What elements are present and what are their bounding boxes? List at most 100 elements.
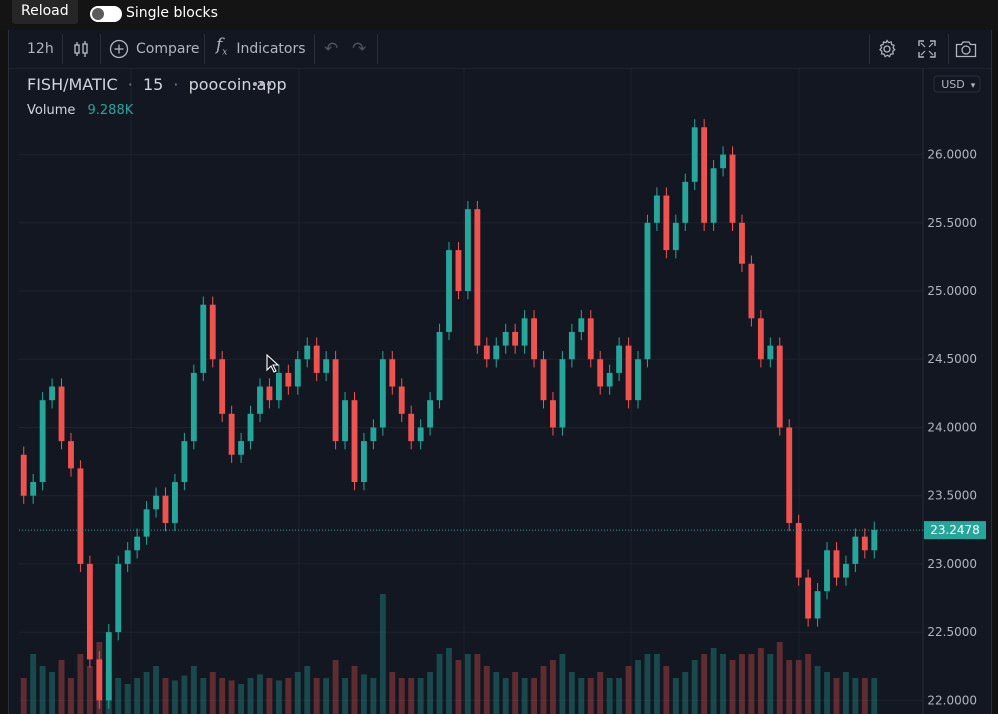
- candle-body: [294, 359, 301, 387]
- redo-button[interactable]: ↷: [352, 30, 366, 68]
- volume-bar: [389, 672, 396, 714]
- volume-bar: [20, 678, 27, 714]
- candle-body: [871, 529, 878, 551]
- volume-bar: [361, 674, 367, 714]
- legend-more-icon[interactable]: [253, 82, 271, 86]
- volume-bar: [275, 680, 282, 714]
- candle-body: [446, 250, 452, 332]
- volume-bar: [871, 678, 878, 714]
- candle-body: [181, 441, 188, 483]
- volume-bar: [39, 666, 46, 714]
- gear-icon: [879, 39, 896, 58]
- candle-body: [710, 168, 717, 223]
- volume-bar: [455, 660, 462, 714]
- candle-body: [285, 372, 292, 387]
- reload-button[interactable]: Reload: [12, 0, 78, 24]
- volume-bar: [49, 672, 56, 714]
- candle-body: [332, 359, 339, 442]
- interval-label: 12h: [27, 41, 54, 57]
- last-price-label: 23.2478: [930, 523, 980, 537]
- add-circle-icon: [109, 39, 129, 59]
- candle-body: [568, 331, 575, 360]
- toggle-knob: [92, 8, 104, 20]
- candle-style-button[interactable]: [72, 30, 90, 68]
- volume-bar: [710, 648, 717, 714]
- volume-bar: [672, 678, 679, 714]
- volume-bar: [786, 660, 793, 714]
- volume-bar: [257, 674, 263, 714]
- volume-bar: [512, 672, 519, 714]
- volume-bar: [294, 672, 301, 714]
- interval-button[interactable]: 12h: [27, 30, 54, 68]
- toolbar-divider: [948, 34, 949, 64]
- price-chart[interactable]: 26.0000 25.5000 25.0000 24.5000 24.0000 23.50…: [9, 68, 991, 714]
- screenshot-button[interactable]: [955, 30, 977, 68]
- y-tick-label: 26.0000: [927, 148, 977, 162]
- undo-icon: ↶: [324, 39, 339, 59]
- candle-body: [540, 359, 547, 401]
- candle-body: [559, 359, 566, 428]
- top-bar: Reload Single blocks: [0, 0, 998, 30]
- compare-button[interactable]: Compare: [109, 30, 200, 68]
- volume-bar: [143, 672, 150, 714]
- volume-bar: [247, 678, 254, 714]
- volume-bar: [767, 654, 774, 714]
- candle-body: [105, 632, 112, 701]
- volume-bar: [332, 660, 339, 714]
- single-blocks-toggle[interactable]: [90, 6, 122, 22]
- toolbar-divider: [62, 34, 63, 64]
- volume-bar: [408, 678, 415, 714]
- candle-body: [512, 331, 519, 346]
- candle-body: [786, 427, 793, 523]
- volume-bar: [531, 678, 537, 714]
- volume-bar: [559, 654, 566, 714]
- volume-bar: [776, 642, 783, 714]
- candle-body: [417, 427, 424, 442]
- volume-bar: [162, 678, 169, 714]
- candle-body: [842, 563, 849, 578]
- volume-bar: [398, 678, 405, 714]
- volume-bar: [814, 666, 821, 714]
- volume-bar: [606, 678, 613, 714]
- toolbar-divider: [100, 34, 101, 64]
- candle-body: [814, 591, 821, 619]
- candle-body: [209, 304, 216, 360]
- candle-body: [275, 372, 282, 401]
- candle-body: [833, 550, 840, 578]
- volume-bar: [493, 672, 500, 714]
- toolbar-divider: [869, 34, 870, 64]
- candle-body: [398, 386, 405, 414]
- candle-body: [134, 536, 141, 551]
- y-tick-label: 25.0000: [927, 284, 977, 298]
- volume-bar: [313, 678, 320, 714]
- candle-body: [238, 441, 245, 455]
- candle-body: [729, 154, 736, 223]
- undo-button[interactable]: ↶: [324, 30, 338, 68]
- indicators-button[interactable]: fx Indicators: [216, 30, 306, 68]
- candle-body: [455, 250, 462, 292]
- chart-widget: 12h Compare fx Indicators ↶ ↷ 26.0000 25…: [8, 30, 992, 714]
- volume-bar: [200, 678, 207, 714]
- legend-source: poocoin.app: [189, 75, 287, 94]
- volume-bar: [68, 678, 74, 714]
- volume-bar: [842, 672, 849, 714]
- fullscreen-button[interactable]: [918, 30, 936, 68]
- currency-label: USD: [941, 78, 965, 91]
- candle-body: [521, 318, 528, 346]
- candle-body: [228, 413, 235, 455]
- volume-bar: [304, 666, 311, 714]
- settings-button[interactable]: [877, 30, 897, 68]
- candle-body: [389, 359, 396, 387]
- volume-bar: [833, 678, 840, 714]
- candle-body: [805, 577, 812, 619]
- volume-bar: [427, 672, 434, 714]
- candle-body: [493, 345, 500, 360]
- candle-body: [58, 386, 65, 442]
- volume-bar: [502, 678, 509, 714]
- volume-bar: [616, 678, 623, 714]
- candle-body: [124, 550, 131, 564]
- candle-body: [190, 372, 197, 442]
- candle-body: [701, 127, 708, 223]
- volume-bar: [729, 660, 736, 714]
- compare-label: Compare: [136, 41, 200, 57]
